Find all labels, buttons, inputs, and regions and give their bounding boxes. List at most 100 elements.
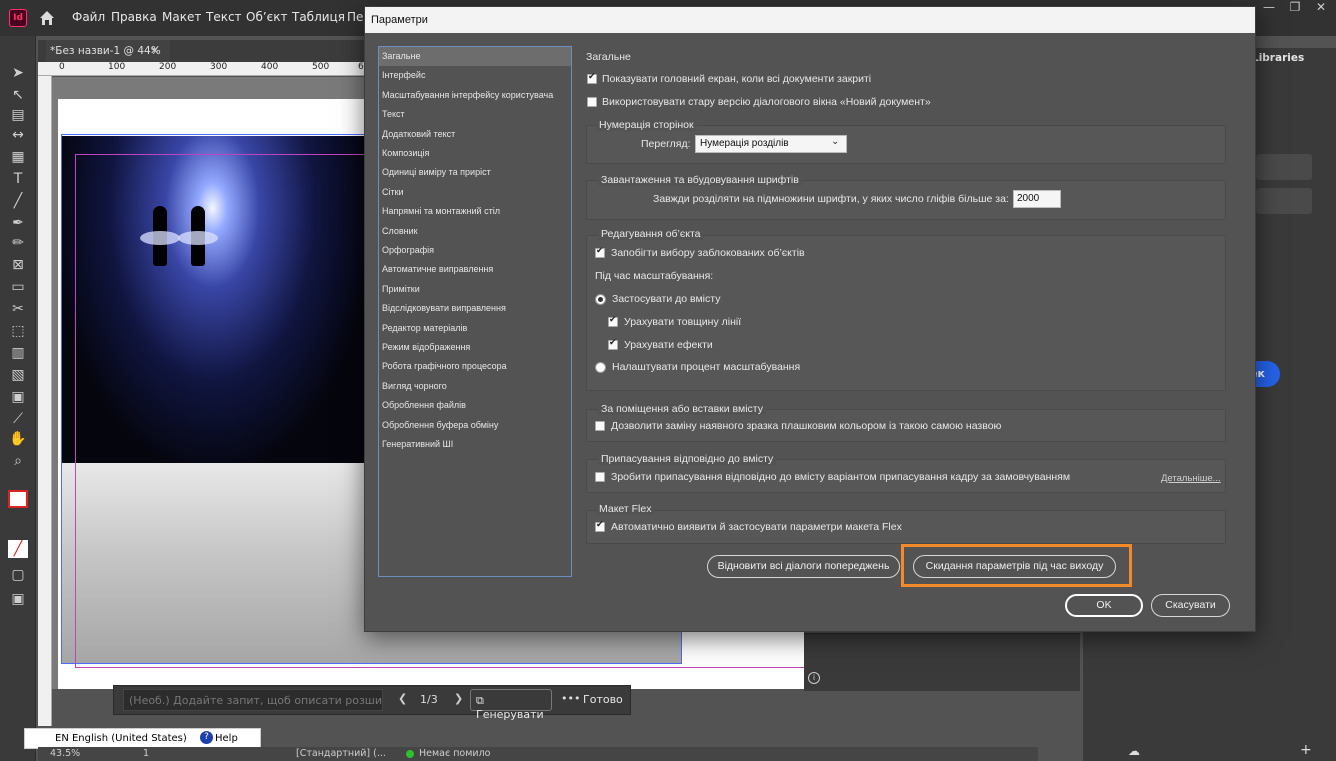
when-scaling-label: Під час масштабування: <box>595 270 714 282</box>
gradient-swatch-tool-icon[interactable]: ▥ <box>8 344 28 362</box>
type-tool-icon[interactable]: T <box>8 170 28 188</box>
preflight-status[interactable]: Немає помило <box>419 748 490 759</box>
category-clipboard[interactable]: Оброблення буфера обміну <box>379 416 571 435</box>
rectangle-frame-tool-icon[interactable]: ⊠ <box>8 256 28 274</box>
help-icon[interactable]: ? <box>200 731 213 744</box>
pencil-tool-icon[interactable]: ✏ <box>8 234 28 252</box>
screen-mode-icon[interactable]: ▢ <box>8 566 28 584</box>
category-type[interactable]: Текст <box>379 105 571 124</box>
reset-warnings-button[interactable]: Відновити всі діалоги попереджень <box>707 555 900 578</box>
zoom-level[interactable]: 43.5% <box>50 748 80 759</box>
gradient-feather-tool-icon[interactable]: ▧ <box>8 366 28 384</box>
pen-tool-icon[interactable]: ✒ <box>8 214 28 232</box>
view-select[interactable]: Нумерація розділів <box>695 135 847 153</box>
minimize-icon[interactable]: — <box>1256 0 1282 16</box>
category-display[interactable]: Режим відображення <box>379 338 571 357</box>
category-advanced-type[interactable]: Додатковий текст <box>379 125 571 144</box>
category-composition[interactable]: Композиція <box>379 144 571 163</box>
ok-button[interactable]: OK <box>1065 594 1143 617</box>
variation-counter: 1/3 <box>420 693 438 706</box>
category-ui-scaling[interactable]: Масштабування інтерфейсу користувача <box>379 86 571 105</box>
info-icon[interactable]: i <box>808 672 820 684</box>
tools-panel: ➤ ↖ ▤ ↔ ▦ T ╱ ✒ ✏ ⊠ ▭ ✂ ⬚ ▥ ▧ ▣ ⟋ ✋ ⌕ ╱ … <box>0 36 36 761</box>
category-units[interactable]: Одиниці виміру та приріст <box>379 163 571 182</box>
restore-icon[interactable]: ❐ <box>1282 0 1308 16</box>
preview-mode-icon[interactable]: ▣ <box>8 590 28 608</box>
prevent-locked-checkbox[interactable] <box>595 246 605 258</box>
page-number-field[interactable]: 1 <box>143 748 149 759</box>
generate-button[interactable]: ⧉ Генерувати <box>470 689 552 721</box>
category-dictionary[interactable]: Словник <box>379 222 571 241</box>
menu-file[interactable]: Файл <box>72 10 105 24</box>
font-subset-label: Завжди розділяти на підмножини шрифти, у… <box>653 193 1009 205</box>
rectangle-tool-icon[interactable]: ▭ <box>8 278 28 296</box>
menu-object[interactable]: Об’єкт <box>246 10 287 24</box>
category-generative-ai[interactable]: Генеративний ШІ <box>379 435 571 454</box>
line-tool-icon[interactable]: ╱ <box>8 192 28 210</box>
category-general[interactable]: Загальне <box>379 47 571 67</box>
free-transform-tool-icon[interactable]: ⬚ <box>8 322 28 340</box>
libraries-tab[interactable]: Libraries <box>1252 52 1304 64</box>
ruler-tick: 0 <box>59 62 65 72</box>
cloud-icon[interactable]: ☁ <box>1128 744 1140 758</box>
note-tool-icon[interactable]: ▣ <box>8 388 28 406</box>
home-icon[interactable] <box>38 9 56 27</box>
next-variation-icon[interactable]: ❯ <box>454 692 463 705</box>
category-track-changes[interactable]: Відслідковувати виправлення <box>379 299 571 318</box>
category-black[interactable]: Вигляд чорного <box>379 377 571 396</box>
category-guides[interactable]: Напрямні та монтажний стіл <box>379 202 571 221</box>
flex-auto-checkbox[interactable] <box>595 520 605 532</box>
category-autocorrect[interactable]: Автоматичне виправлення <box>379 260 571 279</box>
category-spelling[interactable]: Орфографія <box>379 241 571 260</box>
more-options-icon[interactable]: ••• <box>561 692 580 705</box>
category-notes[interactable]: Примітки <box>379 280 571 299</box>
flex-auto-label: Автоматично виявити й застосувати параме… <box>611 521 902 533</box>
direct-selection-tool-icon[interactable]: ↖ <box>8 86 28 104</box>
apply-to-content-label: Застосувати до вмісту <box>612 293 721 305</box>
menu-edit[interactable]: Правка <box>111 10 157 24</box>
zoom-tool-icon[interactable]: ⌕ <box>8 452 28 470</box>
adjust-percent-radio[interactable] <box>595 362 606 373</box>
category-grids[interactable]: Сітки <box>379 183 571 202</box>
language-label[interactable]: EN English (United States) <box>55 733 187 744</box>
add-icon[interactable]: + <box>1300 742 1312 758</box>
generate-label: Генерувати <box>476 708 544 721</box>
page-tool-icon[interactable]: ▤ <box>8 106 28 124</box>
content-aware-fit-label: Зробити припасування відповідно до вміст… <box>611 471 1071 483</box>
close-tab-icon[interactable]: ✕ <box>150 44 159 57</box>
menu-type[interactable]: Текст <box>206 10 242 24</box>
category-story-editor[interactable]: Редактор матеріалів <box>379 319 571 338</box>
previous-variation-icon[interactable]: ❮ <box>398 692 407 705</box>
view-label: Перегляд: <box>641 138 691 150</box>
content-collector-icon[interactable]: ▦ <box>8 148 28 166</box>
menu-view[interactable]: Пе <box>347 10 363 24</box>
chevron-down-icon[interactable]: ⌄ <box>831 136 839 147</box>
eyedropper-tool-icon[interactable]: ⟋ <box>8 410 28 428</box>
menu-table[interactable]: Таблиця <box>292 10 345 24</box>
scissors-tool-icon[interactable]: ✂ <box>8 300 28 318</box>
include-effects-checkbox[interactable] <box>608 338 618 350</box>
prompt-input[interactable]: (Необ.) Додайте запит, щоб описати розши… <box>123 689 383 711</box>
legacy-new-doc-checkbox[interactable] <box>587 97 597 107</box>
fill-stroke-icon[interactable] <box>8 490 28 508</box>
cancel-button[interactable]: Скасувати <box>1151 594 1230 617</box>
category-interface[interactable]: Інтерфейс <box>379 66 571 85</box>
learn-more-link[interactable]: Детальніше... <box>1161 473 1221 484</box>
content-aware-fit-checkbox[interactable] <box>595 472 605 482</box>
show-home-checkbox[interactable] <box>587 72 597 84</box>
hand-tool-icon[interactable]: ✋ <box>8 430 28 448</box>
category-gpu[interactable]: Робота графічного процесора <box>379 357 571 376</box>
gap-tool-icon[interactable]: ↔ <box>8 126 28 144</box>
include-stroke-checkbox[interactable] <box>608 315 618 327</box>
selection-tool-icon[interactable]: ➤ <box>8 64 28 82</box>
done-button[interactable]: Готово <box>583 693 623 706</box>
apply-to-content-radio[interactable] <box>595 294 606 305</box>
allow-swatch-checkbox[interactable] <box>595 421 605 431</box>
glyph-count-input[interactable]: 2000 <box>1013 190 1061 208</box>
category-file-handling[interactable]: Оброблення файлів <box>379 396 571 415</box>
menu-layout[interactable]: Макет <box>162 10 201 24</box>
help-label[interactable]: Help <box>215 733 238 744</box>
apply-none-icon[interactable]: ╱ <box>8 540 28 558</box>
close-window-icon[interactable]: ✕ <box>1308 0 1334 16</box>
style-field[interactable]: [Стандартний] (... <box>296 748 386 759</box>
